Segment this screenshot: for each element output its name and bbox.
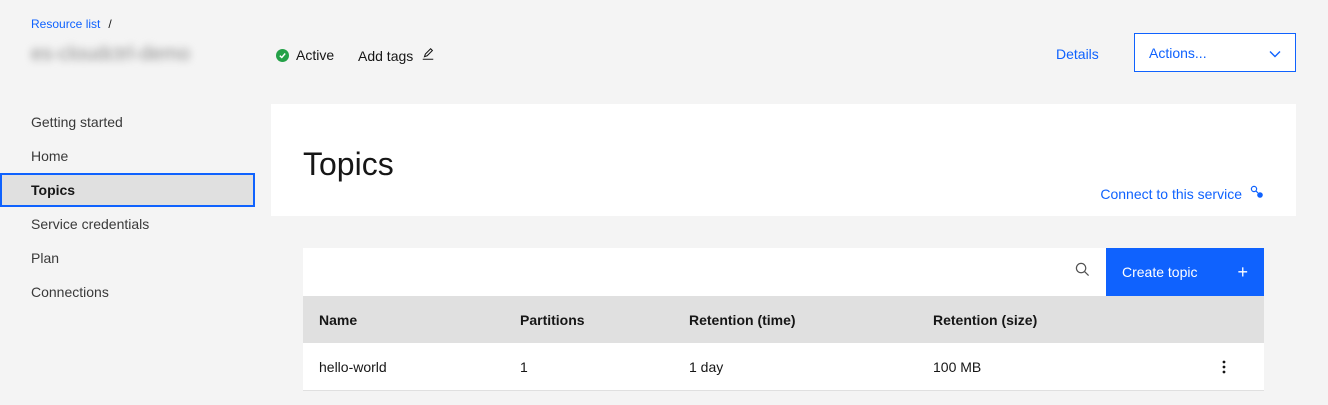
sidebar-item-connections[interactable]: Connections: [0, 275, 256, 309]
create-topic-label: Create topic: [1122, 264, 1198, 280]
cell-retention-time: 1 day: [689, 358, 724, 375]
plus-icon: +: [1237, 262, 1248, 282]
topics-table: Name Partitions Retention (time) Retenti…: [303, 296, 1264, 391]
page-title: Topics: [303, 146, 394, 182]
cell-actions: [1207, 357, 1264, 377]
table-header-row: Name Partitions Retention (time) Retenti…: [303, 296, 1264, 343]
column-header-retention-time[interactable]: Retention (time): [673, 312, 917, 328]
overflow-menu-icon[interactable]: [1216, 357, 1232, 377]
add-tags-label: Add tags: [358, 47, 414, 64]
search-input[interactable]: [303, 248, 1106, 296]
page-header: Topics Connect to this service: [271, 104, 1296, 216]
sidebar: Getting started Home Topics Service cred…: [0, 105, 256, 309]
actions-dropdown[interactable]: Actions...: [1134, 33, 1296, 72]
cell-partitions: 1: [520, 358, 528, 375]
edit-icon: [421, 47, 435, 64]
chevron-down-icon: [1269, 45, 1281, 61]
sidebar-item-service-credentials[interactable]: Service credentials: [0, 207, 256, 241]
cell-retention-size: 100 MB: [933, 358, 982, 375]
connect-service-label: Connect to this service: [1100, 185, 1242, 202]
sidebar-item-topics[interactable]: Topics: [0, 173, 255, 207]
sidebar-item-plan[interactable]: Plan: [0, 241, 256, 275]
checkmark-icon: [276, 48, 289, 62]
cell-name: hello-world: [319, 358, 387, 375]
create-topic-button[interactable]: Create topic +: [1106, 248, 1264, 296]
breadcrumb-separator: /: [108, 17, 112, 31]
column-header-retention-size[interactable]: Retention (size): [917, 312, 1207, 328]
column-header-name[interactable]: Name: [303, 312, 504, 328]
breadcrumb-resource-list-link[interactable]: Resource list: [31, 17, 100, 31]
column-header-partitions[interactable]: Partitions: [504, 312, 673, 328]
sidebar-item-home[interactable]: Home: [0, 139, 256, 173]
sidebar-item-getting-started[interactable]: Getting started: [0, 105, 256, 139]
details-link[interactable]: Details: [1056, 46, 1099, 62]
status-label: Active: [296, 47, 335, 63]
search-icon[interactable]: [1075, 262, 1090, 282]
status-indicator: Active: [276, 47, 334, 63]
table-row[interactable]: hello-world 1 1 day 100 MB: [303, 343, 1264, 391]
add-tags-button[interactable]: Add tags: [358, 47, 435, 64]
connect-service-link[interactable]: Connect to this service: [1100, 185, 1264, 202]
actions-label: Actions...: [1149, 44, 1207, 61]
service-name: es-cloudctrl-demo: [31, 43, 190, 65]
table-toolbar: Create topic +: [303, 248, 1264, 296]
breadcrumb: Resource list /: [31, 17, 112, 31]
connect-icon: [1250, 185, 1264, 202]
